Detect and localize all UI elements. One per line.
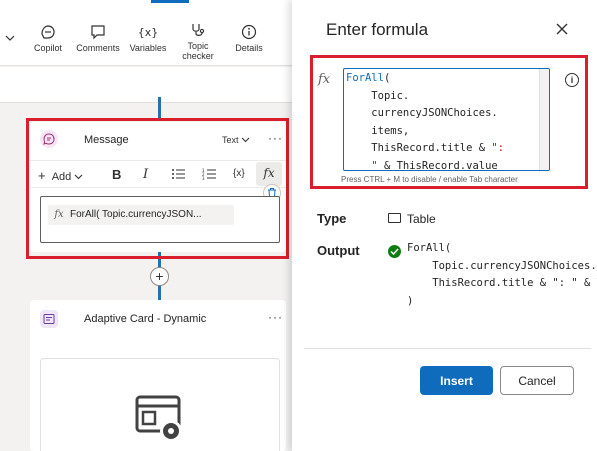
formula-token: Topic.	[371, 89, 410, 102]
formula-token: ":	[491, 142, 505, 154]
message-node-header: Message Text ···	[30, 122, 286, 158]
variables-icon: {x}	[138, 26, 158, 39]
formula-token: "	[371, 159, 378, 171]
stethoscope-icon	[192, 24, 205, 36]
output-line: ThisRecord.title & ": " & ThisRecord.val…	[432, 277, 597, 289]
message-node[interactable]: Message Text ··· + Add B I 123 {x} fx fx…	[30, 122, 286, 252]
type-label: Type	[317, 211, 347, 226]
tab-hint: Press CTRL + M to disable / enable Tab c…	[341, 175, 518, 184]
formula-token: items,	[371, 124, 410, 137]
formula-code[interactable]: ForAll( Topic. currencyJSONChoices. item…	[344, 69, 539, 170]
chevron-down-icon	[241, 137, 250, 143]
add-node-button[interactable]: +	[150, 267, 169, 286]
table-icon	[388, 213, 401, 223]
formula-token: currencyJSONChoices.	[371, 107, 498, 119]
format-toolbar: + Add B I 123 {x}	[30, 160, 286, 188]
comment-icon	[91, 25, 105, 40]
bold-button[interactable]: B	[112, 167, 121, 182]
formula-button[interactable]: fx	[256, 162, 282, 186]
toolbar-topic-checker-label: Topic checker	[182, 41, 214, 61]
checkmark-icon	[388, 245, 401, 258]
output-label: Output	[317, 243, 360, 258]
svg-text:3: 3	[202, 176, 205, 180]
card-settings-icon	[135, 395, 182, 442]
message-node-title: Message	[84, 134, 129, 146]
info-icon	[241, 24, 257, 40]
output-line: )	[407, 294, 414, 307]
fx-icon: fx	[318, 72, 331, 87]
text-type-dropdown[interactable]: Text	[222, 135, 250, 145]
more-options-button[interactable]: ···	[268, 131, 283, 145]
text-type-value: Text	[222, 135, 239, 145]
insert-button[interactable]: Insert	[420, 366, 493, 395]
output-preview: ForAll( Topic.currencyJSONChoices.items,…	[407, 240, 597, 310]
bullet-list-icon	[172, 169, 185, 179]
formula-token: ForAll	[346, 72, 384, 84]
output-line: Topic.currencyJSONChoices.items,	[432, 259, 597, 272]
svg-text:{x}: {x}	[138, 26, 158, 39]
info-icon[interactable]: i	[565, 73, 579, 87]
divider	[304, 348, 591, 349]
numbered-list-button[interactable]: 123	[202, 168, 217, 183]
toolbar-details-button[interactable]: Details	[223, 24, 275, 53]
message-content-field[interactable]: fx ForAll( Topic.currencyJSON...	[40, 196, 280, 243]
add-button-label: Add	[51, 171, 72, 183]
chevron-down-icon	[74, 174, 83, 180]
panel-title: Enter formula	[326, 20, 429, 39]
add-button[interactable]: + Add	[38, 168, 83, 183]
plus-icon: +	[38, 168, 46, 183]
formula-token: ThisRecord.title &	[371, 142, 492, 154]
adaptive-card-title: Adaptive Card - Dynamic	[84, 313, 207, 325]
adaptive-card-node[interactable]: Adaptive Card - Dynamic ···	[30, 300, 286, 451]
output-line: ForAll(	[407, 242, 452, 254]
canvas-band	[0, 67, 292, 103]
formula-pill-text: ForAll( Topic.currencyJSON...	[70, 209, 202, 220]
toolbar-comments-label: Comments	[76, 43, 120, 53]
canvas-toolbar: Copilot Comments {x} Variables Topic che…	[0, 0, 292, 66]
toolbar-copilot-label: Copilot	[33, 43, 62, 53]
active-tab-indicator	[151, 0, 189, 3]
formula-editor[interactable]: ForAll( Topic. currencyJSONChoices. item…	[343, 68, 550, 171]
numbered-list-icon: 123	[202, 168, 216, 181]
enter-formula-panel: Enter formula fx ForAll( Topic. currency…	[292, 0, 597, 451]
insert-variable-button[interactable]: {x}	[233, 168, 245, 179]
toolbar-topic-checker-button[interactable]: Topic checker	[172, 22, 224, 61]
toolbar-variables-button[interactable]: {x} Variables	[122, 24, 174, 53]
editor-scrollbar[interactable]	[539, 69, 549, 170]
adaptive-card-icon	[40, 310, 58, 328]
type-value: Table	[407, 212, 436, 226]
copilot-icon	[41, 25, 55, 39]
fx-icon: fx	[54, 209, 64, 220]
connector-line	[158, 97, 161, 119]
toolbar-variables-label: Variables	[129, 43, 167, 53]
bullet-list-button[interactable]	[171, 168, 186, 183]
cancel-button[interactable]: Cancel	[500, 366, 574, 395]
toolbar-details-label: Details	[235, 43, 263, 53]
toolbar-copilot-button[interactable]: Copilot	[22, 24, 74, 53]
message-icon	[40, 130, 58, 148]
more-options-button[interactable]: ···	[268, 310, 283, 324]
close-icon[interactable]	[554, 21, 570, 37]
chevron-down-icon[interactable]	[4, 32, 16, 44]
formula-pill[interactable]: fx ForAll( Topic.currencyJSON...	[48, 205, 234, 225]
italic-button[interactable]: I	[143, 167, 148, 182]
toolbar-comments-button[interactable]: Comments	[72, 24, 124, 53]
adaptive-card-preview	[40, 358, 280, 451]
